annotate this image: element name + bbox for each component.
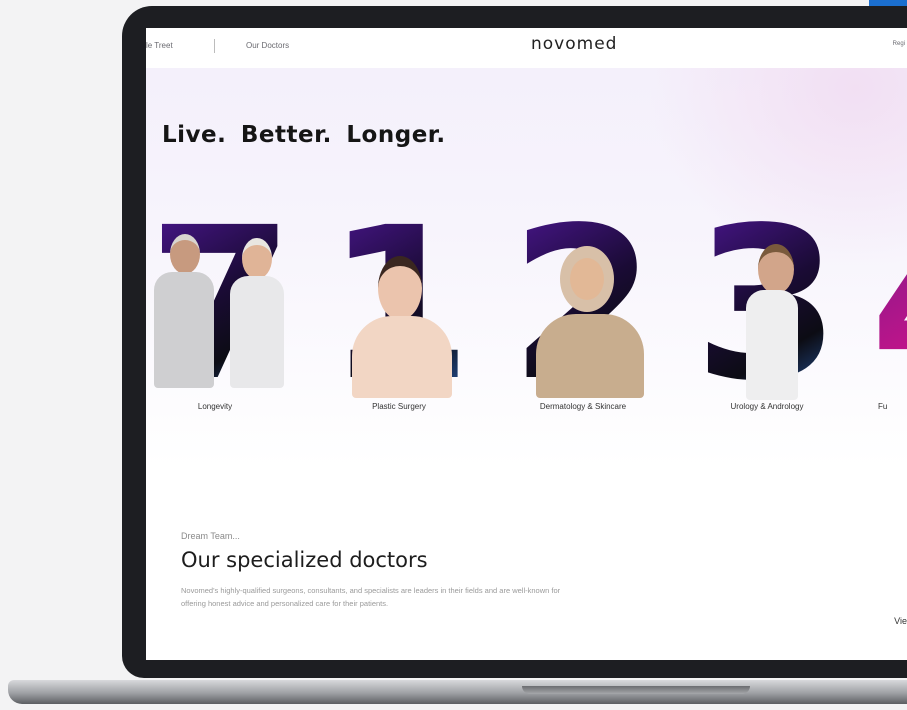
team-heading: Our specialized doctors bbox=[181, 548, 428, 572]
person-image-couple bbox=[150, 234, 300, 394]
person-image-woman bbox=[344, 256, 464, 398]
nav-link-our-doctors[interactable]: Our Doctors bbox=[246, 41, 289, 50]
category-label-plastic-surgery[interactable]: Plastic Surgery bbox=[324, 402, 474, 411]
brand-logo[interactable]: novomed bbox=[531, 34, 617, 54]
laptop-base bbox=[8, 680, 907, 704]
category-label-longevity[interactable]: Longevity bbox=[146, 402, 290, 411]
nav-link-register[interactable]: Regi bbox=[893, 41, 905, 47]
category-card-longevity[interactable]: 7 bbox=[146, 200, 296, 410]
hero-tagline: Live. Better. Longer. bbox=[162, 122, 446, 148]
category-label-partial[interactable]: Fu bbox=[868, 402, 907, 411]
team-description: Novomed's highly-qualified surgeons, con… bbox=[181, 586, 561, 608]
category-label-urology[interactable]: Urology & Andrology bbox=[692, 402, 842, 411]
category-card-urology[interactable]: 3 bbox=[692, 200, 842, 410]
laptop-hinge-notch bbox=[522, 686, 750, 694]
category-card-dermatology[interactable]: 2 bbox=[508, 200, 658, 410]
top-navigation: le Treet Our Doctors novomed Regi bbox=[146, 28, 907, 68]
category-number: 4 bbox=[868, 200, 907, 410]
category-card-plastic-surgery[interactable]: 1 bbox=[324, 200, 474, 410]
person-image-older-man bbox=[720, 244, 820, 400]
person-image-woman-hijab bbox=[530, 246, 650, 398]
category-card-partial[interactable]: 4 bbox=[868, 200, 907, 410]
nav-divider bbox=[214, 39, 215, 53]
laptop-screen: le Treet Our Doctors novomed Regi Live. … bbox=[146, 28, 907, 660]
nav-link-left[interactable]: le Treet bbox=[146, 41, 173, 50]
team-kicker: Dream Team... bbox=[181, 531, 240, 541]
category-label-dermatology[interactable]: Dermatology & Skincare bbox=[508, 402, 658, 411]
view-all-link[interactable]: Vie bbox=[894, 616, 907, 626]
